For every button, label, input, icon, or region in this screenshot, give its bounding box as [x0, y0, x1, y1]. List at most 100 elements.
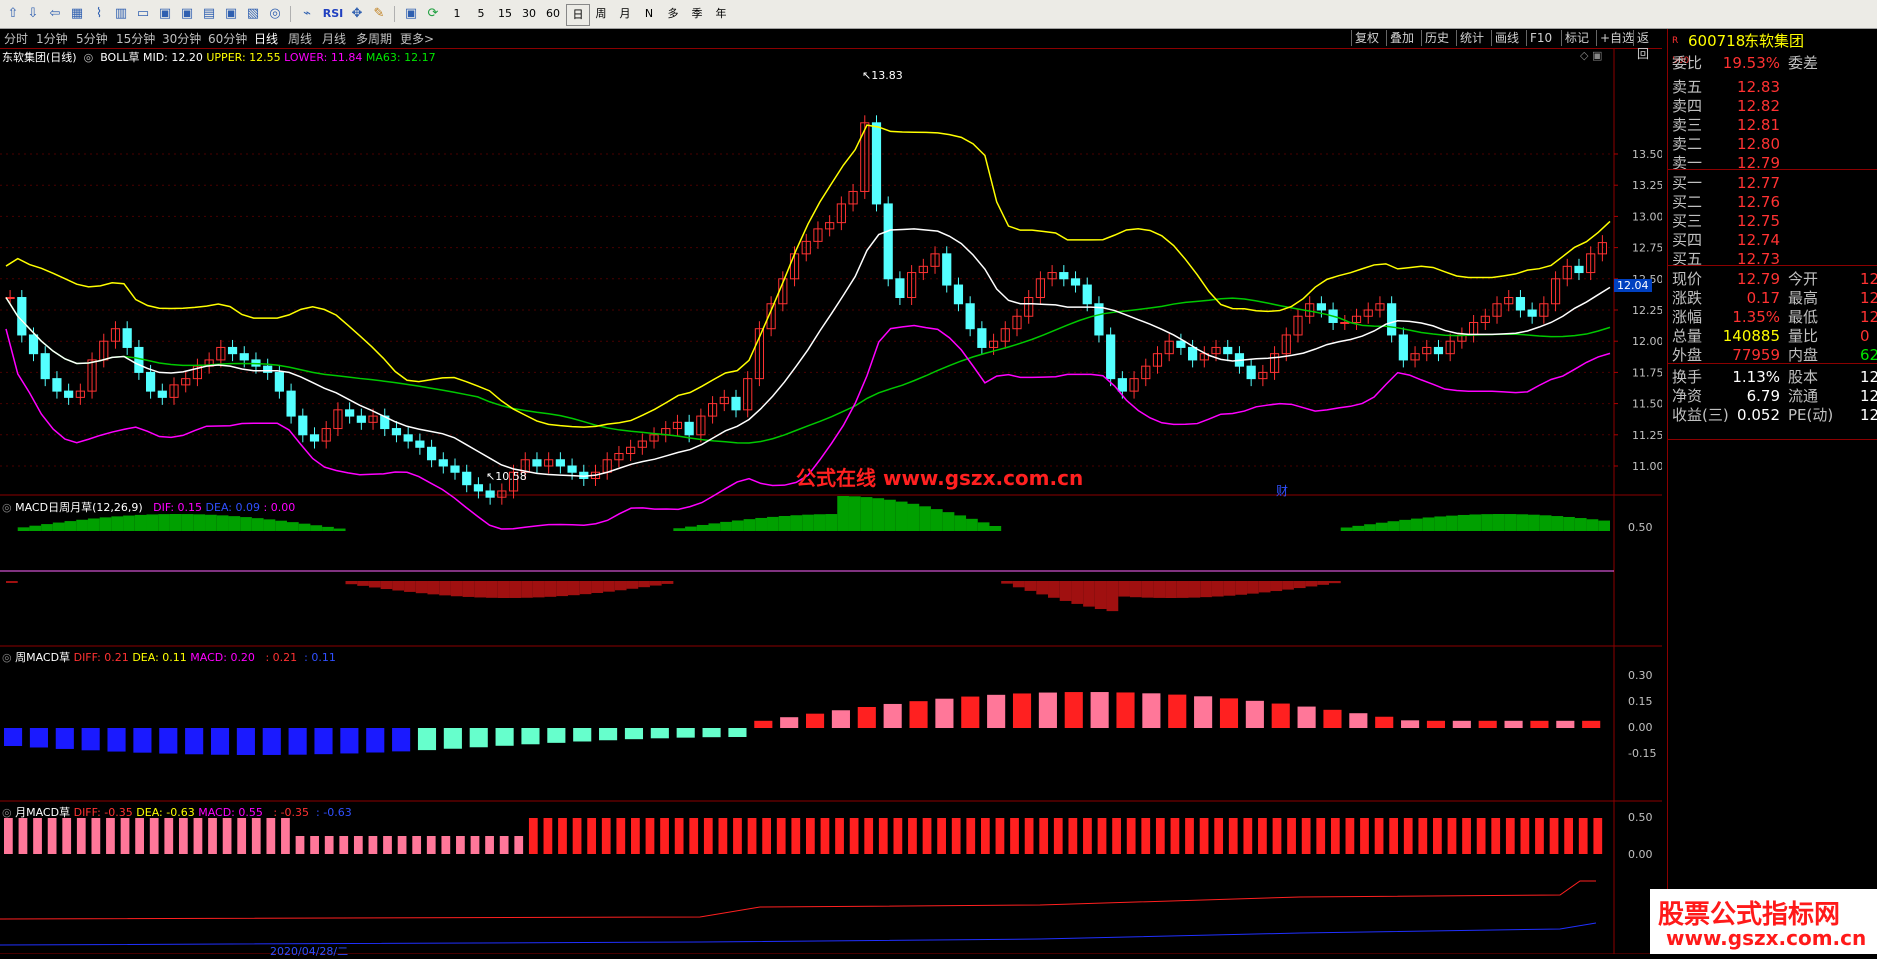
- macd-bar: [1188, 581, 1201, 598]
- candle-body: [532, 459, 542, 467]
- macd-bar: [474, 581, 487, 598]
- week-axis-label: -0.15: [1628, 747, 1656, 760]
- macd-bar: [181, 514, 194, 531]
- stat-row-0: 现价 12.79 今开 12: [1672, 269, 1877, 289]
- toolbar: ⇧ ⇩ ⇦ ▦ ⌇ ▥ ▭ ▣ ▣ ▤ ▣ ▧ ◎ ⌁ RSI ✥ ✎ ▣ ⟳ …: [0, 0, 1877, 29]
- pen-icon[interactable]: ✎: [370, 4, 388, 24]
- period-tab-more[interactable]: 更多>: [400, 30, 434, 47]
- toolbar-btn-15[interactable]: 15: [494, 4, 516, 24]
- week-macd-bar: [1219, 698, 1239, 728]
- week-macd-bar: [702, 728, 721, 738]
- candle-body: [1223, 346, 1233, 355]
- globe-icon[interactable]: ◎: [266, 4, 284, 24]
- mark-button[interactable]: 标记: [1561, 30, 1592, 46]
- week-title[interactable]: 周MACD草: [15, 651, 70, 664]
- period-tab-15min[interactable]: 15分钟: [116, 30, 155, 47]
- macd-bar: [427, 581, 440, 595]
- month-macd-bar: [33, 818, 42, 854]
- fuquan-button[interactable]: 复权: [1351, 30, 1382, 46]
- weibi-label: 委比: [1672, 54, 1703, 72]
- period-tab-5min[interactable]: 5分钟: [76, 30, 108, 47]
- candle-body: [263, 365, 273, 373]
- toolbar-btn-multi[interactable]: 多: [662, 4, 684, 24]
- window-icon[interactable]: ▭: [134, 4, 152, 24]
- stat-row-3: 总量 140885 量比 0: [1672, 326, 1872, 346]
- candle-body: [286, 390, 296, 417]
- trend-icon[interactable]: ⌁: [298, 4, 316, 24]
- f10-button[interactable]: F10: [1526, 30, 1555, 46]
- candle-icon[interactable]: ▥: [112, 4, 130, 24]
- toolbar-btn-60[interactable]: 60: [542, 4, 564, 24]
- toolbar-btn-year[interactable]: 年: [710, 4, 732, 24]
- month-macd-bar: [353, 836, 363, 854]
- period-tab-fenshi[interactable]: 分时: [4, 30, 28, 47]
- back-button[interactable]: 返回: [1633, 30, 1662, 61]
- indicator-name[interactable]: BOLL草: [100, 51, 139, 64]
- fn-icon[interactable]: ▣: [156, 4, 174, 24]
- price-tick-label: 13.00: [1632, 210, 1662, 223]
- chart-icon[interactable]: ▧: [244, 4, 262, 24]
- add-watchlist-button[interactable]: +自选: [1596, 30, 1637, 46]
- draw-button[interactable]: 画线: [1491, 30, 1522, 46]
- toolbar-btn-5[interactable]: 5: [470, 4, 492, 24]
- history-button[interactable]: 历史: [1421, 30, 1452, 46]
- candle-body: [298, 415, 308, 436]
- ask-row-5-value: 12.83: [1737, 78, 1780, 96]
- rsi-button[interactable]: RSI: [320, 4, 346, 24]
- fc-icon[interactable]: ▣: [178, 4, 196, 24]
- grid-icon[interactable]: ▦: [68, 4, 86, 24]
- week-macd-bar: [599, 728, 618, 741]
- toolbar-btn-day[interactable]: 日: [566, 4, 590, 26]
- month-macd-bar: [1258, 818, 1267, 854]
- chart-area[interactable]: 13.5013.2513.0012.7512.5012.2512.0011.75…: [0, 49, 1664, 958]
- macd-bar: [322, 526, 334, 531]
- toolbar-btn-month[interactable]: 月: [614, 4, 636, 24]
- period-tab-day[interactable]: 日线: [254, 30, 278, 47]
- macd-bar: [1340, 527, 1353, 531]
- week-macd-bar: [133, 728, 152, 753]
- overlay-button[interactable]: 叠加: [1386, 30, 1417, 46]
- month-macd-bar: [1170, 818, 1180, 854]
- week-diff: DIFF: 0.21: [73, 651, 129, 664]
- week-macd-bar: [262, 728, 281, 755]
- period-tab-30min[interactable]: 30分钟: [162, 30, 201, 47]
- up-arrow-icon[interactable]: ⇧: [4, 4, 22, 24]
- line-chart-icon[interactable]: ⌇: [90, 4, 108, 24]
- period-tab-month[interactable]: 月线: [322, 30, 346, 47]
- month-macd-bar: [893, 818, 903, 854]
- macd-bar: [802, 514, 814, 531]
- toolbar-btn-week[interactable]: 周: [590, 4, 612, 24]
- macd-bar: [1410, 518, 1423, 531]
- down-arrow-icon[interactable]: ⇩: [24, 4, 42, 24]
- refresh-icon[interactable]: ⟳: [424, 4, 442, 24]
- macd-title[interactable]: MACD日周月草(12,26,9): [15, 501, 143, 514]
- month-macd-bar: [62, 818, 72, 854]
- month-macd-bar: [1024, 818, 1034, 854]
- week-macd-bar: [1116, 692, 1135, 728]
- macd-bar: [228, 516, 241, 531]
- toolbar-btn-season[interactable]: 季: [686, 4, 708, 24]
- month-title[interactable]: 月MACD草: [15, 806, 70, 819]
- period-tab-60min[interactable]: 60分钟: [208, 30, 247, 47]
- macd-bar: [860, 497, 873, 531]
- week-macd-bar: [754, 720, 773, 728]
- period-tab-multi[interactable]: 多周期: [356, 30, 392, 47]
- toolbar-btn-1[interactable]: 1: [446, 4, 468, 24]
- week-macd-bar: [624, 728, 644, 740]
- toolbar-btn-n[interactable]: N: [638, 4, 660, 24]
- toolbar-btn-30[interactable]: 30: [518, 4, 540, 24]
- macd-bar: [439, 581, 451, 596]
- fs-icon[interactable]: ▣: [402, 4, 420, 24]
- stats-button[interactable]: 统计: [1456, 30, 1487, 46]
- left-arrow-icon[interactable]: ⇦: [46, 4, 64, 24]
- fz-icon[interactable]: ▣: [222, 4, 240, 24]
- period-tab-1min[interactable]: 1分钟: [36, 30, 68, 47]
- macd-bar: [1586, 519, 1599, 531]
- period-tab-week[interactable]: 周线: [288, 30, 312, 47]
- panel-controls-icon[interactable]: ◇ ▣: [1580, 49, 1602, 62]
- quote-icon[interactable]: ▤: [200, 4, 218, 24]
- macd-bar: [275, 520, 287, 531]
- month-macd-bar: [747, 818, 757, 854]
- move-icon[interactable]: ✥: [348, 4, 366, 24]
- month-macd-bar: [616, 818, 626, 854]
